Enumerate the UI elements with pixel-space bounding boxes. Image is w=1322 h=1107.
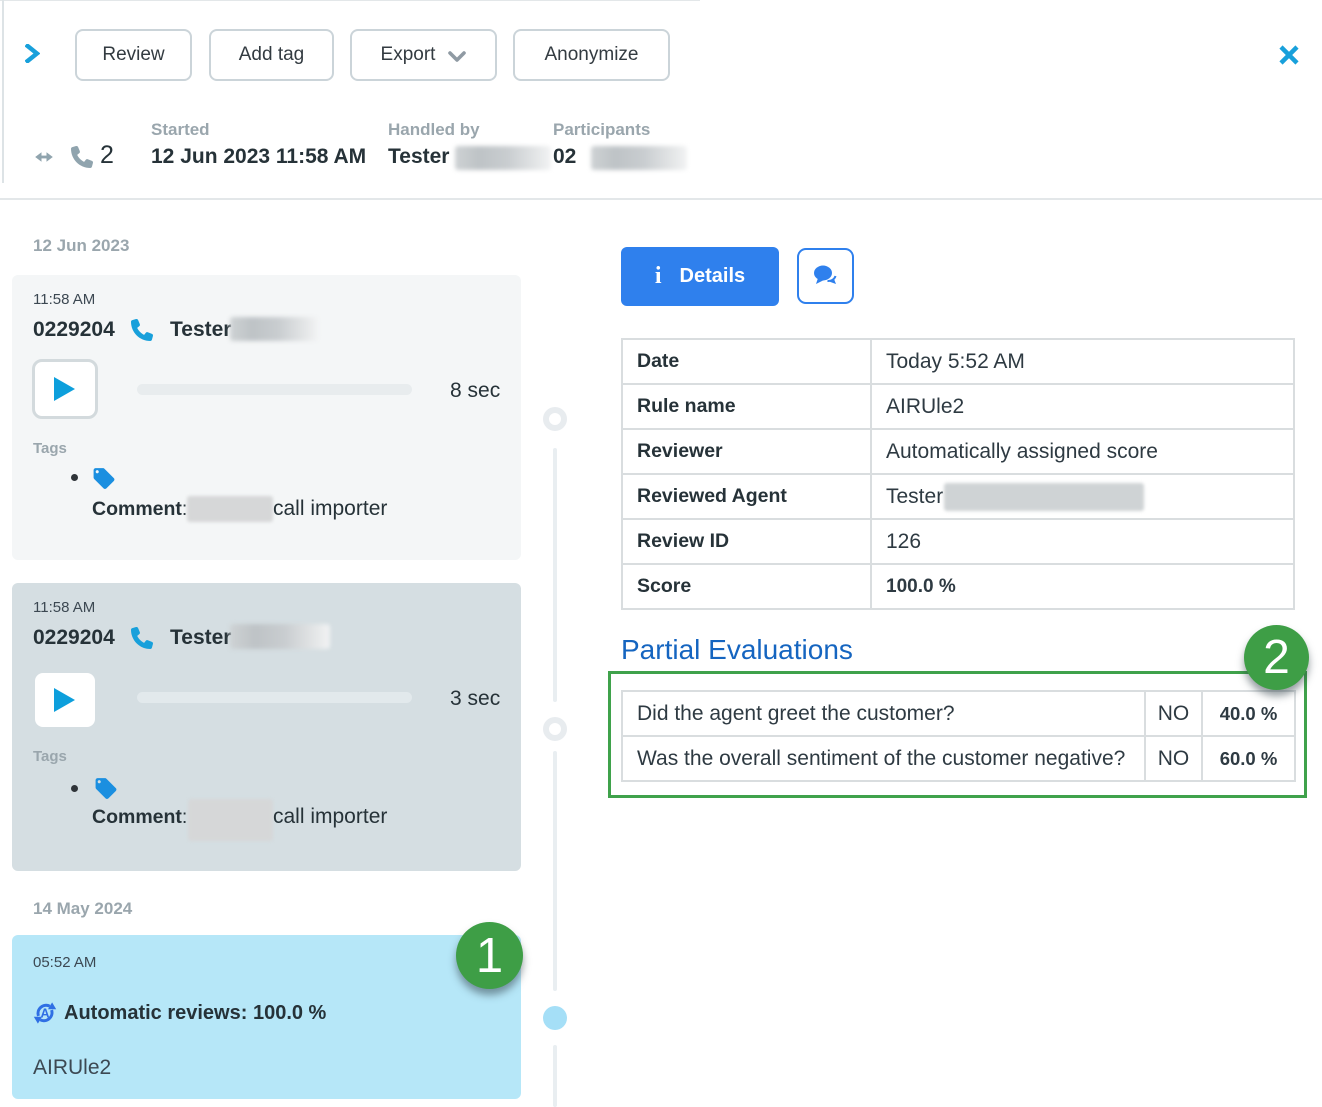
svg-text:A: A bbox=[40, 1006, 49, 1020]
